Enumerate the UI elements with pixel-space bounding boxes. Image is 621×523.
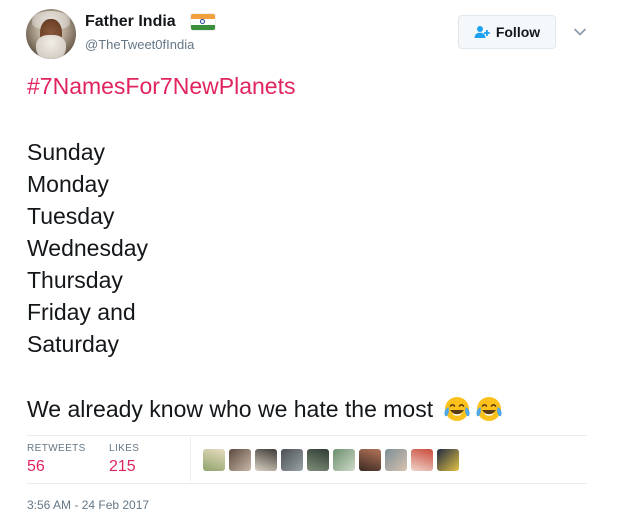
liker-avatar-6[interactable] (333, 449, 355, 471)
tweet-line: Monday (27, 171, 109, 197)
hashtag-link[interactable]: #7NamesFor7NewPlanets (27, 73, 295, 100)
tweet-timestamp[interactable]: 3:56 AM - 24 Feb 2017 (27, 498, 149, 512)
liker-avatars (203, 449, 459, 471)
retweets-stat[interactable]: RETWEETS 56 (27, 443, 86, 476)
divider (27, 435, 587, 436)
likes-label: LIKES (109, 443, 140, 454)
follow-button[interactable]: Follow (458, 15, 556, 49)
tweet-line: Wednesday (27, 235, 149, 261)
liker-avatar-2[interactable] (229, 449, 251, 471)
retweets-label: RETWEETS (27, 443, 86, 454)
tweet-closing-text: We already know who we hate the most (27, 395, 434, 422)
tweet-closing-line: We already know who we hate the most (27, 394, 504, 424)
liker-avatar-1[interactable] (203, 449, 225, 471)
author-display-name[interactable]: Father India (85, 13, 176, 31)
liker-avatar-7[interactable] (359, 449, 381, 471)
liker-avatar-5[interactable] (307, 449, 329, 471)
tweet-line: Saturday (27, 331, 120, 357)
india-flag-icon (191, 14, 215, 30)
tweet-body-lines: Sunday Monday Tuesday Wednesday Thursday… (27, 136, 148, 360)
avatar[interactable] (26, 9, 76, 59)
liker-avatar-8[interactable] (385, 449, 407, 471)
likes-count: 215 (109, 458, 136, 475)
tears-of-joy-emoji-icon (442, 394, 472, 424)
likes-stat[interactable]: LIKES 215 (109, 443, 139, 476)
follow-label: Follow (495, 24, 541, 40)
tweet-line: Thursday (27, 267, 123, 293)
author-handle[interactable]: @TheTweet0fIndia (85, 37, 194, 52)
tweet-card: Father India @TheTweet0fIndia Follow #7N… (0, 0, 621, 523)
tweet-line: Friday and (27, 299, 136, 325)
liker-avatar-4[interactable] (281, 449, 303, 471)
divider (27, 483, 587, 484)
tears-of-joy-emoji-icon (474, 394, 504, 424)
liker-avatar-3[interactable] (255, 449, 277, 471)
liker-avatar-10[interactable] (437, 449, 459, 471)
retweets-count: 56 (27, 458, 45, 475)
tweet-line: Sunday (27, 139, 106, 165)
add-user-icon (474, 25, 490, 39)
chevron-down-icon[interactable] (571, 23, 589, 41)
tweet-line: Tuesday (27, 203, 115, 229)
liker-avatar-9[interactable] (411, 449, 433, 471)
stats-separator (190, 437, 191, 481)
